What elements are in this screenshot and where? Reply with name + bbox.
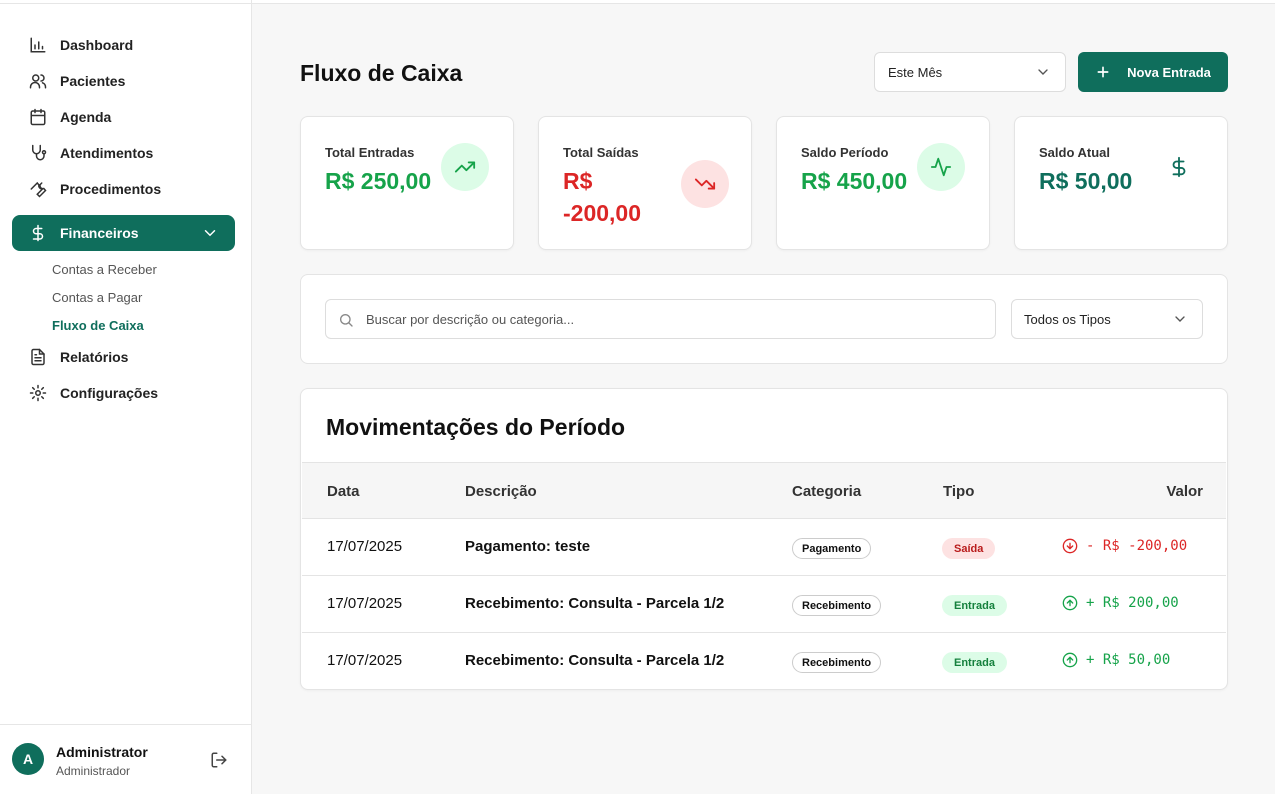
trending-down-icon [681, 160, 729, 208]
card-value-line1: R$ [563, 168, 593, 194]
logout-icon[interactable] [210, 751, 228, 769]
user-panel: A Administrator Administrador [0, 724, 252, 794]
sidebar-subitem-fluxo-caixa[interactable]: Fluxo de Caixa [52, 318, 144, 333]
card-value-line2: -200,00 [563, 200, 642, 226]
card-value: R$ 450,00 [801, 168, 908, 194]
arrow-down-circle-icon [1062, 538, 1078, 554]
chevron-down-icon[interactable] [201, 224, 219, 242]
card-saldo-periodo: Saldo Período R$ 450,00 [776, 116, 990, 250]
sidebar-item-pacientes[interactable]: Pacientes [12, 63, 235, 99]
row-description: Pagamento: teste [465, 538, 591, 555]
type-filter-select[interactable]: Todos os Tipos [1011, 299, 1203, 339]
type-badge: Entrada [942, 595, 1007, 616]
search-icon [338, 312, 354, 328]
sidebar-item-atendimentos[interactable]: Atendimentos [12, 135, 235, 171]
card-total-entradas: Total Entradas R$ 250,00 [300, 116, 514, 250]
plus-icon [1095, 64, 1111, 80]
card-label: Total Entradas [325, 145, 415, 160]
row-amount-value: + R$ 50,00 [1086, 652, 1171, 668]
calendar-icon [28, 107, 48, 127]
arrow-up-circle-icon [1062, 652, 1078, 668]
wrench-icon [28, 179, 48, 199]
avatar[interactable]: A [12, 743, 44, 775]
table-row[interactable]: 17/07/2025 Recebimento: Consulta - Parce… [302, 633, 1226, 689]
category-badge: Recebimento [792, 595, 882, 616]
sidebar-item-configuracoes[interactable]: Configurações [12, 375, 235, 411]
stethoscope-icon [28, 143, 48, 163]
table-header: Data Descrição Categoria Tipo Valor [302, 462, 1226, 519]
card-value: R$ 250,00 [325, 168, 432, 194]
users-icon [28, 71, 48, 91]
sidebar-item-label: Relatórios [60, 349, 129, 365]
new-entry-label: Nova Entrada [1127, 64, 1211, 80]
sidebar-item-agenda[interactable]: Agenda [12, 99, 235, 135]
search-box[interactable] [325, 299, 996, 339]
column-header-descricao[interactable]: Descrição [465, 483, 537, 500]
dollar-icon [28, 223, 48, 243]
sidebar-item-label: Dashboard [60, 37, 134, 53]
category-badge: Recebimento [792, 652, 882, 673]
sidebar-top-divider [0, 0, 252, 4]
row-date: 17/07/2025 [327, 595, 403, 612]
filter-panel: Todos os Tipos [300, 274, 1228, 364]
arrow-up-circle-icon [1062, 595, 1078, 611]
card-label: Saldo Período [801, 145, 889, 160]
card-label: Total Saídas [563, 145, 639, 160]
type-filter-value: Todos os Tipos [1024, 311, 1111, 327]
sidebar-item-label: Agenda [60, 109, 112, 125]
chevron-down-icon [1172, 311, 1188, 327]
row-amount: + R$ 50,00 [1062, 652, 1170, 668]
sidebar-item-procedimentos[interactable]: Procedimentos [12, 171, 235, 207]
table-title: Movimentações do Período [326, 414, 626, 440]
gear-icon [28, 383, 48, 403]
bar-chart-icon [28, 35, 48, 55]
user-role: Administrador [56, 764, 131, 778]
column-header-data[interactable]: Data [327, 483, 360, 500]
card-label: Saldo Atual [1039, 145, 1111, 160]
type-badge: Saída [942, 538, 996, 559]
sidebar-item-label: Financeiros [60, 225, 139, 241]
type-badge: Entrada [942, 652, 1007, 673]
row-amount: + R$ 200,00 [1062, 595, 1179, 611]
chevron-down-icon [1035, 64, 1051, 80]
sidebar-item-label: Pacientes [60, 73, 126, 89]
card-value: R$ 50,00 [1039, 168, 1133, 194]
sidebar: Dashboard Pacientes Agenda Atendimentos … [0, 0, 252, 794]
row-date: 17/07/2025 [327, 652, 403, 669]
row-amount: - R$ -200,00 [1062, 538, 1187, 554]
dollar-icon [1155, 143, 1203, 191]
new-entry-button[interactable]: Nova Entrada [1078, 52, 1228, 92]
page-title: Fluxo de Caixa [300, 60, 463, 86]
user-name: Administrator [56, 744, 148, 760]
card-total-saidas: Total Saídas R$ -200,00 [538, 116, 752, 250]
sidebar-subitem-contas-pagar[interactable]: Contas a Pagar [52, 290, 142, 305]
sidebar-item-label: Configurações [60, 385, 159, 401]
main-top-divider [252, 0, 1275, 4]
period-select-value: Este Mês [888, 64, 943, 80]
sidebar-item-dashboard[interactable]: Dashboard [12, 27, 235, 63]
table-row[interactable]: 17/07/2025 Pagamento: teste Pagamento Sa… [302, 519, 1226, 576]
period-select[interactable]: Este Mês [874, 52, 1066, 92]
row-amount-value: - R$ -200,00 [1086, 538, 1188, 554]
row-amount-value: + R$ 200,00 [1086, 595, 1179, 611]
transactions-card: Movimentações do Período Data Descrição … [300, 388, 1228, 690]
sidebar-item-label: Procedimentos [60, 181, 162, 197]
sidebar-item-label: Atendimentos [60, 145, 154, 161]
activity-icon [917, 143, 965, 191]
column-header-valor[interactable]: Valor [1166, 483, 1203, 500]
search-input[interactable] [366, 300, 986, 338]
row-description: Recebimento: Consulta - Parcela 1/2 [465, 595, 725, 612]
row-date: 17/07/2025 [327, 538, 403, 555]
column-header-tipo[interactable]: Tipo [943, 483, 974, 500]
sidebar-item-financeiros[interactable]: Financeiros [12, 215, 235, 251]
sidebar-item-relatorios[interactable]: Relatórios [12, 339, 235, 375]
table-row[interactable]: 17/07/2025 Recebimento: Consulta - Parce… [302, 576, 1226, 633]
trending-up-icon [441, 143, 489, 191]
row-description: Recebimento: Consulta - Parcela 1/2 [465, 652, 725, 669]
sidebar-subitem-contas-receber[interactable]: Contas a Receber [52, 262, 157, 277]
card-saldo-atual: Saldo Atual R$ 50,00 [1014, 116, 1228, 250]
column-header-categoria[interactable]: Categoria [792, 483, 861, 500]
category-badge: Pagamento [792, 538, 872, 559]
file-text-icon [28, 347, 48, 367]
